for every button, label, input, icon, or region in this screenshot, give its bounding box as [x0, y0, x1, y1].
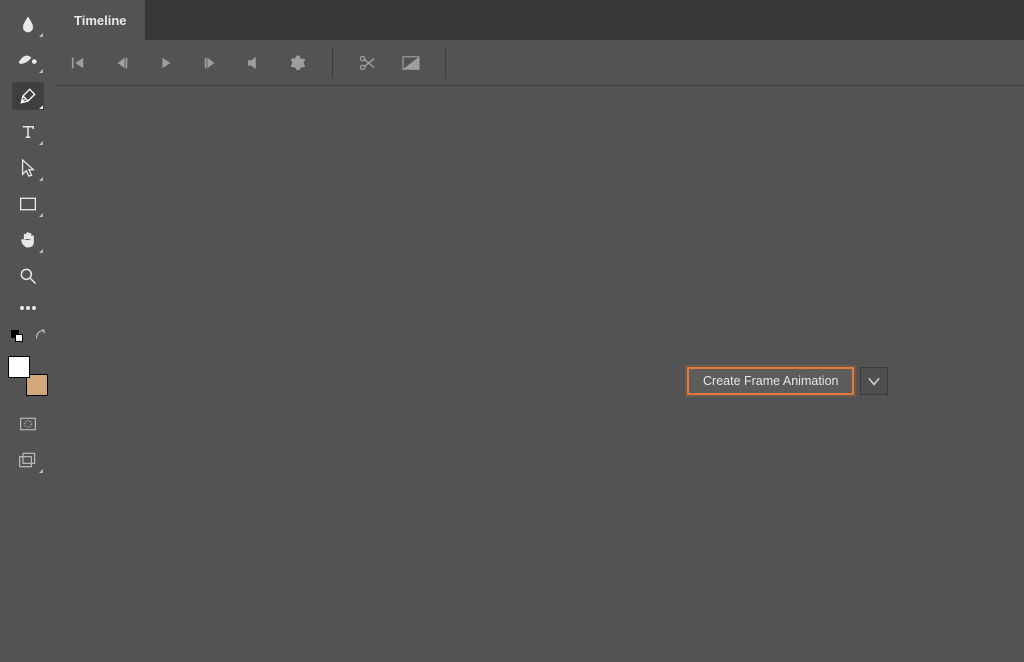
- create-frame-animation-button[interactable]: Create Frame Animation: [687, 367, 854, 395]
- prev-frame-icon: [115, 56, 129, 70]
- timeline-content-area: Create Frame Animation: [56, 86, 1024, 662]
- color-swatches[interactable]: [8, 356, 48, 396]
- tool-strip: [0, 0, 56, 662]
- panel-tab-bar: Timeline: [56, 0, 1024, 40]
- more-tools[interactable]: [12, 298, 44, 318]
- zoom-tool[interactable]: [12, 262, 44, 290]
- timeline-settings-button[interactable]: [288, 53, 308, 73]
- transition-button[interactable]: [401, 53, 421, 73]
- swap-colors-icon[interactable]: [34, 328, 48, 342]
- magnifier-icon: [18, 266, 38, 286]
- rectangle-tool[interactable]: [12, 190, 44, 218]
- tab-label: Timeline: [74, 13, 127, 28]
- foreground-swatch[interactable]: [8, 356, 30, 378]
- screen-mode-icon: [18, 451, 38, 469]
- play-icon: [159, 56, 173, 70]
- smudge-icon: [17, 51, 39, 69]
- go-to-first-frame-button[interactable]: [68, 53, 88, 73]
- split-clip-button[interactable]: [357, 53, 377, 73]
- ellipsis-icon: [19, 305, 37, 311]
- scissors-icon: [358, 55, 376, 71]
- play-button[interactable]: [156, 53, 176, 73]
- next-frame-button[interactable]: [200, 53, 220, 73]
- create-timeline-dropdown[interactable]: [860, 367, 888, 395]
- smudge-tool[interactable]: [12, 46, 44, 74]
- hand-icon: [18, 230, 38, 250]
- type-icon: [19, 123, 37, 141]
- mute-button[interactable]: [244, 53, 264, 73]
- type-tool[interactable]: [12, 118, 44, 146]
- previous-frame-button[interactable]: [112, 53, 132, 73]
- gear-icon: [290, 55, 306, 71]
- create-timeline-controls: Create Frame Animation: [687, 367, 888, 395]
- color-controls: [8, 328, 48, 344]
- hand-tool[interactable]: [12, 226, 44, 254]
- rectangle-icon: [19, 196, 37, 212]
- pen-icon: [18, 86, 38, 106]
- path-select-tool[interactable]: [12, 154, 44, 182]
- toolbar-separator: [445, 48, 446, 78]
- blur-tool[interactable]: [12, 10, 44, 38]
- first-frame-icon: [71, 56, 85, 70]
- pen-tool[interactable]: [12, 82, 44, 110]
- chevron-down-icon: [867, 375, 881, 387]
- mute-icon: [246, 56, 262, 70]
- transition-icon: [402, 55, 420, 71]
- cursor-icon: [19, 158, 37, 178]
- timeline-toolbar: [56, 40, 1024, 86]
- next-frame-icon: [203, 56, 217, 70]
- create-frame-animation-label: Create Frame Animation: [703, 374, 838, 388]
- timeline-panel: Timeline: [56, 0, 1024, 662]
- default-colors[interactable]: [11, 330, 23, 342]
- quick-mask[interactable]: [12, 410, 44, 438]
- drop-icon: [18, 14, 38, 34]
- screen-mode[interactable]: [12, 446, 44, 474]
- tab-timeline[interactable]: Timeline: [56, 0, 145, 40]
- quick-mask-icon: [19, 416, 37, 432]
- toolbar-separator: [332, 48, 333, 78]
